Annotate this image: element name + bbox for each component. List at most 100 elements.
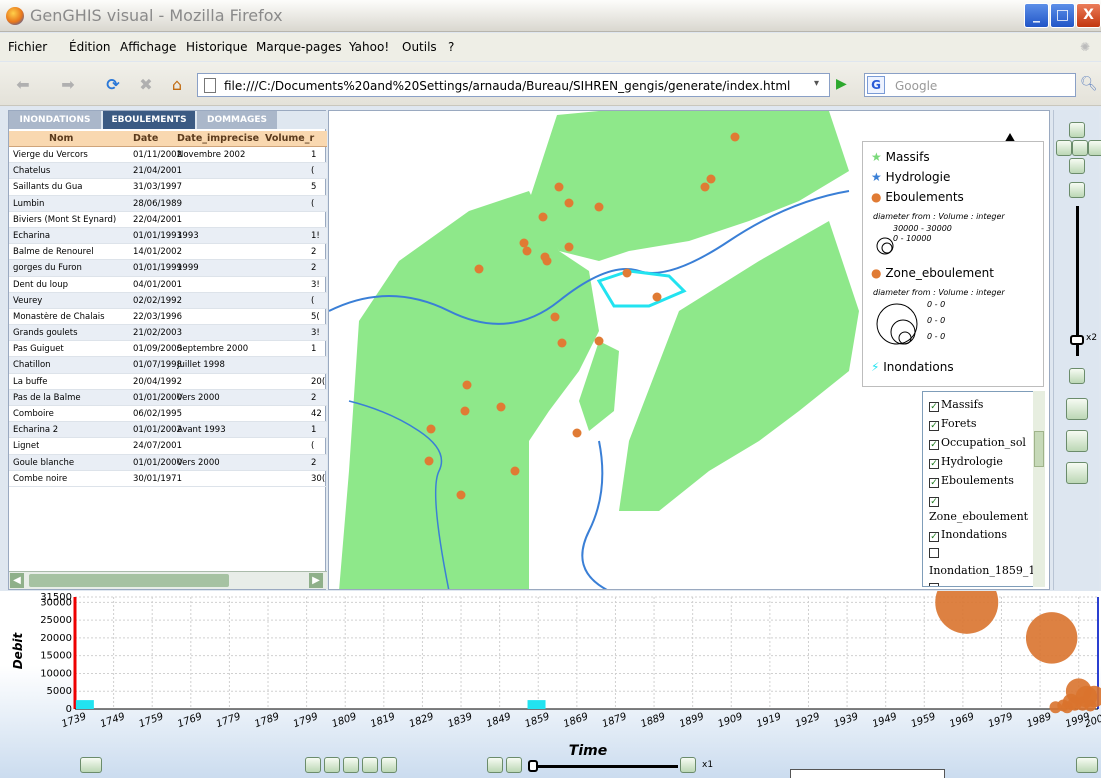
- go-icon[interactable]: ▶: [836, 76, 847, 92]
- eboulement-point[interactable]: [542, 256, 552, 266]
- layer-scrollbar[interactable]: [1033, 391, 1045, 587]
- time-edit-icon[interactable]: [343, 757, 359, 773]
- table-row[interactable]: Vierge du Vercors 01/11/2002 Novembre 2002…: [9, 147, 327, 164]
- layer-forets-checkbox[interactable]: ✓: [929, 421, 939, 431]
- eboulement-point[interactable]: [496, 402, 506, 412]
- layer-inondation-1859-checkbox[interactable]: [929, 548, 939, 558]
- dropdown-icon[interactable]: ▾: [814, 78, 819, 89]
- minimize-button[interactable]: _: [1024, 3, 1049, 28]
- time-remove-icon[interactable]: [362, 757, 378, 773]
- list-icon[interactable]: [1066, 398, 1088, 420]
- table-row[interactable]: Echarina 01/01/1993 1993 1!: [9, 227, 327, 245]
- layer-hydrologie-checkbox[interactable]: ✓: [929, 459, 939, 469]
- zoom-slider-track[interactable]: [1076, 206, 1079, 356]
- eboulement-point[interactable]: [424, 456, 434, 466]
- eboulement-point[interactable]: [594, 336, 604, 346]
- search-icon[interactable]: 🔍︎: [1080, 76, 1098, 92]
- time-zoom-slider[interactable]: [528, 765, 678, 768]
- eboulement-point[interactable]: [519, 238, 529, 248]
- eboulement-point[interactable]: [706, 174, 716, 184]
- time-fit-icon[interactable]: [487, 757, 503, 773]
- eboulement-point[interactable]: [652, 292, 662, 302]
- eboulement-point[interactable]: [564, 198, 574, 208]
- layer-next-checkbox[interactable]: [929, 583, 939, 586]
- map-view[interactable]: N ★ Massifs ★ Hydrologie ● Eboulements d…: [328, 110, 1050, 590]
- tab-dommages[interactable]: DOMMAGES: [197, 111, 277, 129]
- eboulement-point[interactable]: [426, 424, 436, 434]
- maximize-button[interactable]: □: [1050, 3, 1075, 28]
- eboulement-point[interactable]: [700, 182, 710, 192]
- time-zoom-out-icon[interactable]: [506, 757, 522, 773]
- table-row[interactable]: Combe noire 30/01/1971 30(: [9, 471, 327, 487]
- eboulement-point[interactable]: [554, 182, 564, 192]
- center-icon[interactable]: [1072, 140, 1088, 156]
- eboulement-point[interactable]: [474, 264, 484, 274]
- menu-historique[interactable]: Historique: [186, 40, 248, 54]
- col-volume[interactable]: Volume_r: [265, 133, 314, 144]
- eboulement-point[interactable]: [622, 268, 632, 278]
- layer-inondations-checkbox[interactable]: ✓: [929, 532, 939, 542]
- eboulement-point[interactable]: [557, 338, 567, 348]
- home-button[interactable]: ⌂: [164, 72, 190, 98]
- table-row[interactable]: Echarina 2 01/01/2002 Avant 1993 1: [9, 422, 327, 439]
- table-row[interactable]: Biviers (Mont St Eynard) 22/04/2001: [9, 212, 327, 228]
- time-right-icon[interactable]: [1076, 757, 1098, 773]
- eboulement-point[interactable]: [510, 466, 520, 476]
- table-row[interactable]: Saillants du Gua 31/03/1997 5: [9, 179, 327, 196]
- table-row[interactable]: Lignet 24/07/2001 (: [9, 438, 327, 455]
- time-zoom-handle[interactable]: [528, 760, 538, 772]
- menu-help[interactable]: ?: [448, 40, 454, 54]
- eboulement-point[interactable]: [538, 212, 548, 222]
- zoom-out-icon[interactable]: [1069, 368, 1085, 384]
- scroll-thumb[interactable]: [29, 574, 229, 587]
- col-date[interactable]: Date: [133, 133, 158, 144]
- menu-edition[interactable]: Édition: [69, 40, 111, 54]
- address-bar[interactable]: file:///C:/Documents%20and%20Settings/ar…: [197, 73, 830, 97]
- layer-remove-icon[interactable]: [1066, 462, 1088, 484]
- eboulement-point[interactable]: [564, 242, 574, 252]
- forward-button[interactable]: ➡: [55, 72, 81, 98]
- time-delete-icon[interactable]: [381, 757, 397, 773]
- eboulement-point[interactable]: [462, 380, 472, 390]
- menu-outils[interactable]: Outils: [402, 40, 437, 54]
- eboulement-point[interactable]: [594, 202, 604, 212]
- back-button[interactable]: ⬅: [10, 72, 36, 98]
- table-row[interactable]: Chatelus 21/04/2001 (: [9, 163, 327, 180]
- layer-scroll-thumb[interactable]: [1034, 431, 1044, 467]
- time-range-box[interactable]: [790, 769, 945, 778]
- zoom-slider-handle[interactable]: [1070, 335, 1084, 345]
- eboulement-point[interactable]: [522, 246, 532, 256]
- time-play-icon[interactable]: [305, 757, 321, 773]
- table-row[interactable]: Comboire 06/02/1995 42: [9, 406, 327, 423]
- pan-right-icon[interactable]: [1088, 140, 1101, 156]
- table-row[interactable]: La buffe 20/04/1992 20(: [9, 374, 327, 390]
- layer-massifs-checkbox[interactable]: ✓: [929, 402, 939, 412]
- eboulement-point[interactable]: [456, 490, 466, 500]
- table-row[interactable]: Veurey 02/02/1992 (: [9, 292, 327, 309]
- eboulement-point[interactable]: [730, 132, 740, 142]
- menu-fichier[interactable]: Fichier: [8, 40, 47, 54]
- scroll-right-button[interactable]: ▶: [309, 573, 323, 588]
- google-icon[interactable]: G: [867, 76, 885, 94]
- eboulement-point[interactable]: [460, 406, 470, 416]
- menu-affichage[interactable]: Affichage: [120, 40, 176, 54]
- zoom-in-icon[interactable]: [1069, 182, 1085, 198]
- table-row[interactable]: Lumbin 28/06/1989 (: [9, 195, 327, 212]
- inondation-bar[interactable]: [527, 700, 546, 709]
- layer-edit-icon[interactable]: [1066, 430, 1088, 452]
- table-row[interactable]: Balme de Renourel 14/01/2002 2: [9, 244, 327, 261]
- time-left-icon[interactable]: [80, 757, 102, 773]
- tab-inondations[interactable]: INONDATIONS: [9, 111, 101, 129]
- eboulement-point[interactable]: [550, 312, 560, 322]
- layer-zone-checkbox[interactable]: ✓: [929, 497, 939, 507]
- inondation-bar[interactable]: [75, 700, 94, 709]
- table-row[interactable]: Monastère de Chalais 22/03/1996 5(: [9, 309, 327, 326]
- time-zoom-in-icon[interactable]: [680, 757, 696, 773]
- layer-eboulements-checkbox[interactable]: ✓: [929, 478, 939, 488]
- eboulement-point[interactable]: [572, 428, 582, 438]
- menu-yahoo[interactable]: Yahoo!: [349, 40, 389, 54]
- horizontal-scrollbar[interactable]: ◀ ▶: [9, 571, 327, 589]
- table-row[interactable]: gorges du Furon 01/01/1999 1999 2: [9, 260, 327, 277]
- table-row[interactable]: Pas de la Balme 01/01/2000 Vers 2000 2: [9, 389, 327, 406]
- menu-marque-pages[interactable]: Marque-pages: [256, 40, 342, 54]
